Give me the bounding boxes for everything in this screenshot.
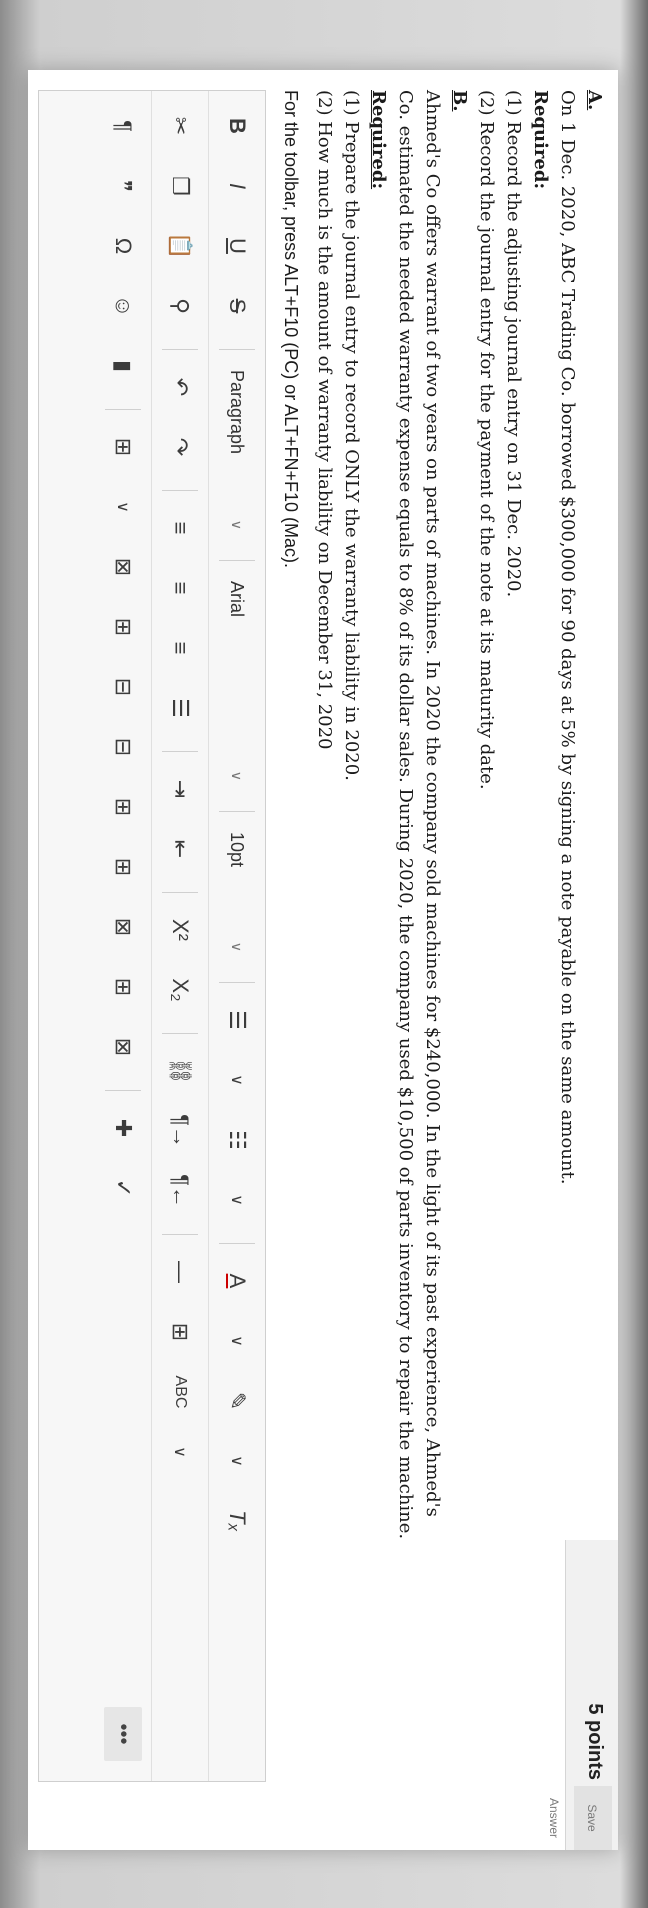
editor-toolbar: B I U S Paragraph ∨ Arial ∨ 10pt ∨ ☰ ∨ ☷…: [38, 90, 266, 1782]
separator: [219, 349, 255, 350]
section-b-text-2: Co. estimated the needed warranty expens…: [395, 90, 416, 1540]
ltr-icon[interactable]: ¶→: [160, 1104, 200, 1158]
separator: [219, 811, 255, 812]
paragraph-select[interactable]: Paragraph ∨: [217, 360, 257, 540]
justify-icon[interactable]: ☰: [160, 681, 200, 735]
separator: [162, 1234, 198, 1235]
align-right-icon[interactable]: ≡: [160, 621, 200, 675]
section-a-label: A.: [584, 90, 605, 111]
toolbar-row-2: ✂ ❐ 📋 ⚲ ↶ ↷ ≡ ≡ ≡ ☰ ⇥ ⇤ X² X₂ ⛓ ¶→ ¶← — …: [151, 91, 208, 1781]
chevron-down-icon[interactable]: ∨: [217, 1173, 257, 1227]
toolbar-hint: For the toolbar, press ALT+F10 (PC) or A…: [281, 90, 301, 569]
question-content: A. On 1 Dec. 2020, ABC Trading Co. borro…: [266, 90, 608, 1790]
check-icon[interactable]: ✓: [103, 1161, 143, 1215]
section-b-req-2: (2) How much is the amount of warranty l…: [314, 90, 335, 750]
table-merge-icon[interactable]: ⊞: [103, 840, 143, 894]
table-split-icon[interactable]: ⊠: [103, 900, 143, 954]
question-panel: 5 points Save Answer A. On 1 Dec. 2020, …: [28, 70, 618, 1850]
rotated-screen: 5 points Save Answer A. On 1 Dec. 2020, …: [0, 0, 648, 1908]
clear-format-icon[interactable]: Tₓ: [217, 1494, 257, 1548]
emoji-icon[interactable]: ☺: [103, 279, 143, 333]
copy-icon[interactable]: ❐: [160, 159, 200, 213]
underline-button[interactable]: U: [217, 219, 257, 273]
section-a-req-2: (2) Record the journal entry for the pay…: [476, 90, 497, 790]
search-icon[interactable]: ⚲: [160, 279, 200, 333]
separator: [162, 892, 198, 893]
table-cell-icon[interactable]: ⊞: [103, 960, 143, 1014]
separator: [162, 751, 198, 752]
text-color-icon[interactable]: A: [217, 1254, 257, 1308]
table-icon[interactable]: ⊞: [103, 420, 143, 474]
chevron-down-icon: ∨: [229, 770, 246, 781]
table-insert-icon[interactable]: ⊞: [103, 780, 143, 834]
unlink-icon[interactable]: ⛓: [160, 1044, 200, 1098]
add-row-icon[interactable]: ⊞: [160, 1305, 200, 1359]
font-size-select[interactable]: 10pt ∨: [217, 822, 257, 962]
table-delete-icon[interactable]: ⊠: [103, 540, 143, 594]
subscript-button[interactable]: X₂: [160, 963, 200, 1017]
paragraph-mark-icon[interactable]: ¶: [103, 99, 143, 153]
table-col-icon[interactable]: ⊟: [103, 720, 143, 774]
font-size-select-value: 10pt: [227, 832, 248, 868]
superscript-button[interactable]: X²: [160, 903, 200, 957]
image-icon[interactable]: ▮: [103, 339, 143, 393]
font-select[interactable]: Arial ∨: [217, 571, 257, 791]
separator: [219, 1243, 255, 1244]
horizontal-rule-icon[interactable]: —: [160, 1245, 200, 1299]
section-b-req-1: (1) Prepare the journal entry to record …: [341, 90, 362, 781]
separator: [162, 490, 198, 491]
align-center-icon[interactable]: ≡: [160, 561, 200, 615]
paragraph-select-value: Paragraph: [227, 370, 248, 455]
paste-icon[interactable]: 📋: [160, 219, 200, 273]
more-options-button[interactable]: •••: [104, 1707, 142, 1761]
section-b-required: Required:: [368, 90, 389, 190]
font-select-value: Arial: [227, 581, 248, 618]
save-answer-button[interactable]: Save Answer: [547, 1786, 612, 1850]
rtl-icon[interactable]: ¶←: [160, 1164, 200, 1218]
separator: [105, 409, 141, 410]
section-a-text: On 1 Dec. 2020, ABC Trading Co. borrowed…: [557, 90, 578, 1185]
section-a-req-1: (1) Record the adjusting journal entry o…: [503, 90, 524, 598]
separator: [105, 1090, 141, 1091]
outdent-icon[interactable]: ⇤: [160, 822, 200, 876]
separator: [219, 982, 255, 983]
chevron-down-icon[interactable]: ∨: [217, 1434, 257, 1488]
table-row-icon[interactable]: ⊟: [103, 660, 143, 714]
section-b-text-1: Ahmed's Co offers warrant of two years o…: [422, 90, 443, 1517]
section-a-required: Required:: [530, 90, 551, 190]
chevron-down-icon[interactable]: ∨: [217, 1314, 257, 1368]
chevron-down-icon[interactable]: ∨: [217, 1053, 257, 1107]
italic-button[interactable]: I: [217, 159, 257, 213]
separator: [219, 560, 255, 561]
separator: [162, 1033, 198, 1034]
toolbar-row-3: ¶ ❞ Ω ☺ ▮ ⊞ ∨ ⊠ ⊞ ⊟ ⊟ ⊞ ⊞ ⊠ ⊞ ⊠ ✚ ✓ •••: [95, 91, 151, 1781]
numbered-list-icon[interactable]: ☷: [217, 1113, 257, 1167]
spellcheck-icon[interactable]: ABC: [160, 1365, 200, 1419]
chevron-down-icon: ∨: [229, 519, 246, 530]
table-cell-delete-icon[interactable]: ⊠: [103, 1020, 143, 1074]
chevron-down-icon: ∨: [229, 941, 246, 952]
bullet-list-icon[interactable]: ☰: [217, 993, 257, 1047]
redo-icon[interactable]: ↷: [160, 420, 200, 474]
strikethrough-button[interactable]: S: [217, 279, 257, 333]
section-b-label: B.: [449, 90, 470, 112]
chevron-down-icon[interactable]: ∨: [103, 480, 143, 534]
highlight-icon[interactable]: ✎: [217, 1374, 257, 1428]
align-left-icon[interactable]: ≡: [160, 501, 200, 555]
omega-icon[interactable]: Ω: [103, 219, 143, 273]
toolbar-row-1: B I U S Paragraph ∨ Arial ∨ 10pt ∨ ☰ ∨ ☷…: [208, 91, 265, 1781]
scissors-icon[interactable]: ✂: [160, 99, 200, 153]
table-props-icon[interactable]: ⊞: [103, 600, 143, 654]
indent-icon[interactable]: ⇥: [160, 762, 200, 816]
bold-button[interactable]: B: [217, 99, 257, 153]
quote-icon[interactable]: ❞: [103, 159, 143, 213]
separator: [162, 349, 198, 350]
chevron-down-icon[interactable]: ∨: [160, 1425, 200, 1479]
insert-icon[interactable]: ✚: [103, 1101, 143, 1155]
undo-icon[interactable]: ↶: [160, 360, 200, 414]
